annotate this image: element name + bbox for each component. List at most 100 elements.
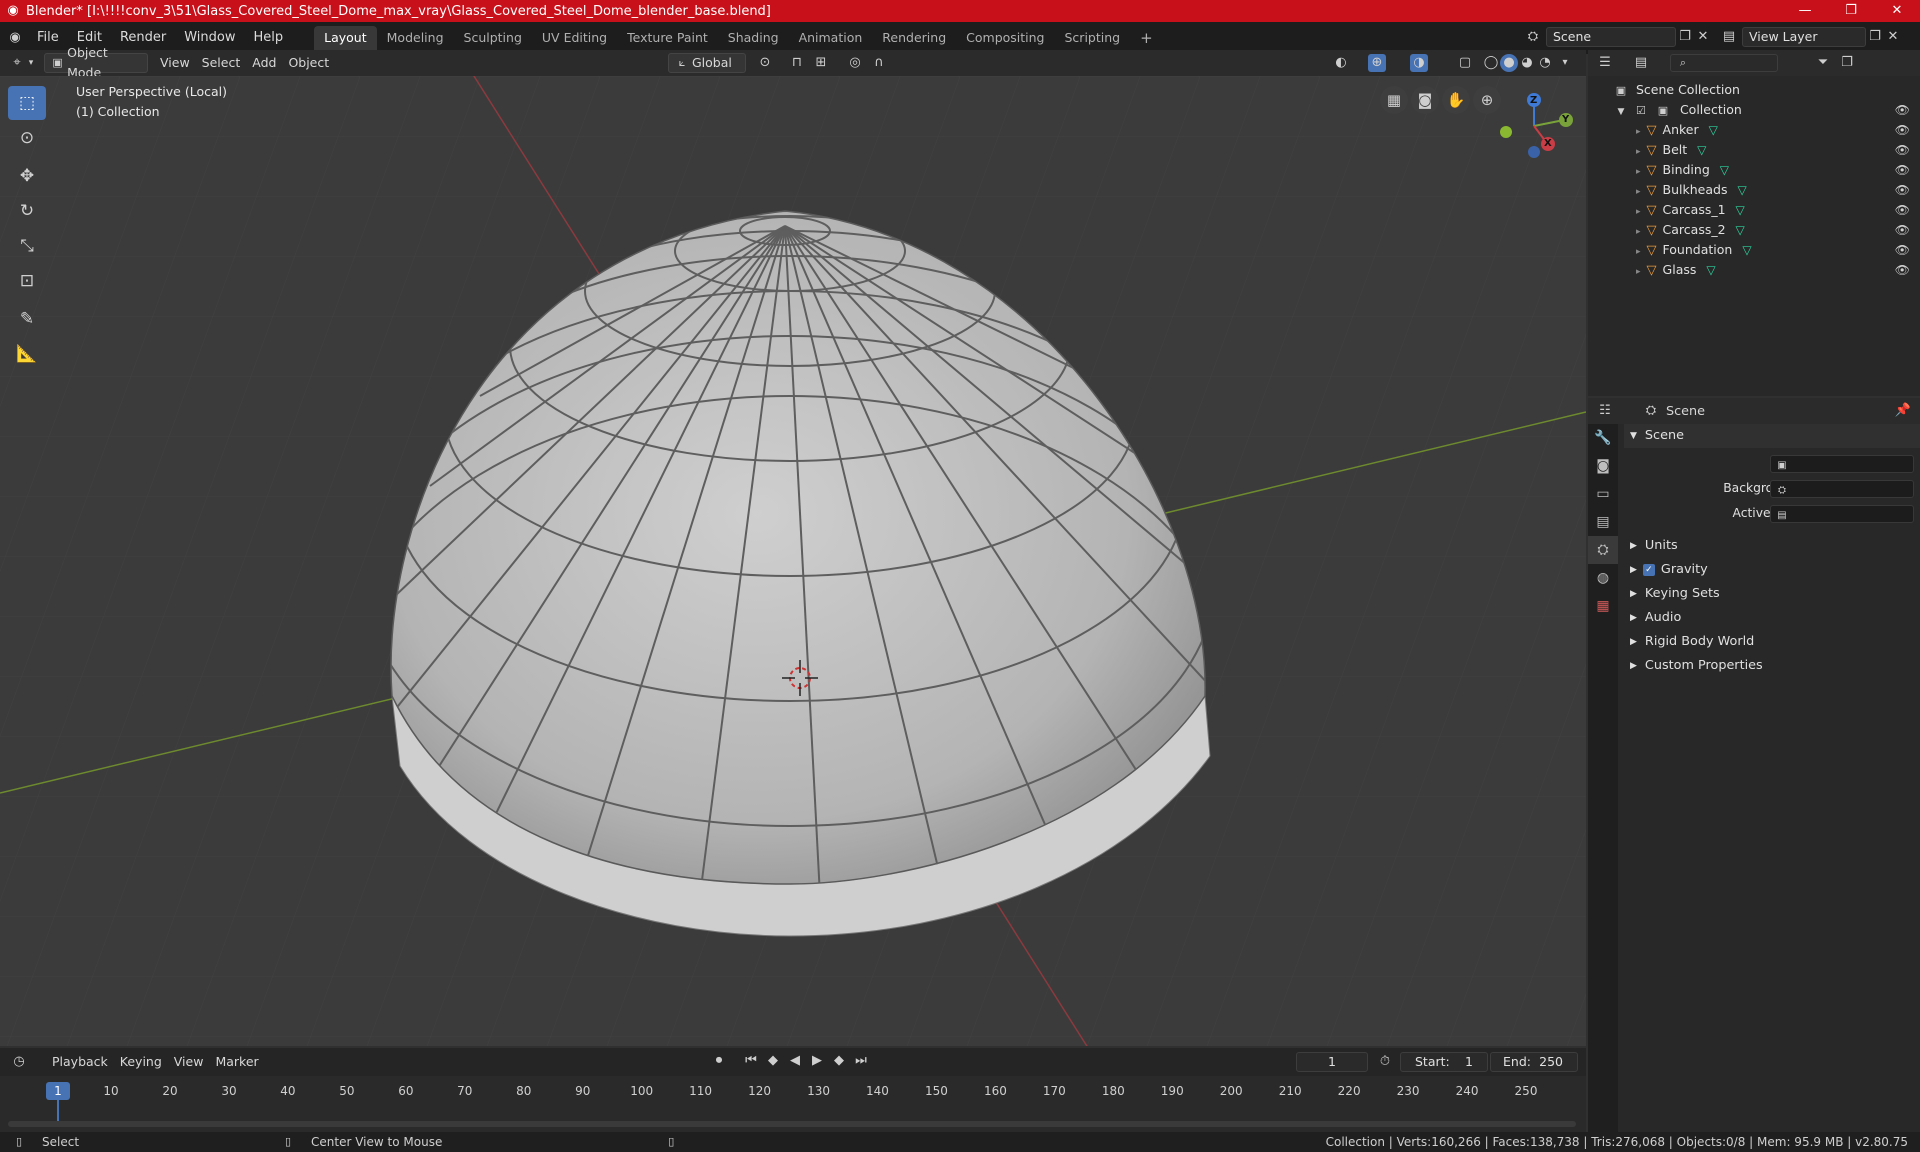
expand-arrow-icon[interactable]: ▸	[1636, 207, 1641, 217]
eye-icon[interactable]: 👁	[1895, 100, 1910, 120]
tab-animation[interactable]: Animation	[789, 26, 873, 50]
next-keyframe-icon[interactable]: ◆	[830, 1052, 848, 1070]
mesh-data-icon[interactable]: ▽	[1736, 203, 1745, 217]
pin-icon[interactable]: 📌	[1894, 402, 1912, 420]
section-custom-properties[interactable]: ▶ Custom Properties	[1624, 654, 1920, 678]
outliner-item-binding[interactable]: ▸ ▽ Binding ▽ 👁	[1588, 160, 1920, 180]
new-collection-icon[interactable]: ❐	[1838, 54, 1856, 72]
outliner-item-glass[interactable]: ▸ ▽ Glass ▽ 👁	[1588, 260, 1920, 280]
end-frame-field[interactable]: End: 250	[1490, 1052, 1578, 1072]
transform-orientation-dropdown[interactable]: ⟀ Global	[668, 53, 746, 73]
output-tab-icon[interactable]: ▭	[1588, 480, 1618, 508]
menu-view[interactable]: View	[154, 53, 196, 73]
stopwatch-icon[interactable]: ⏱	[1376, 1053, 1394, 1071]
display-mode-icon[interactable]: ▤	[1632, 54, 1650, 72]
gizmo-toggle-icon[interactable]: ⊕	[1368, 54, 1386, 72]
mesh-data-icon[interactable]: ▽	[1737, 183, 1746, 197]
expand-arrow-icon[interactable]: ▸	[1636, 227, 1641, 237]
zoom-icon[interactable]: ⊕	[1473, 86, 1501, 114]
editor-type-icon[interactable]: ⌖	[8, 54, 26, 72]
outliner-search-input[interactable]: ⌕	[1670, 54, 1778, 72]
expand-arrow-icon[interactable]: ▸	[1636, 147, 1641, 157]
section-audio[interactable]: ▶ Audio	[1624, 606, 1920, 630]
overlay-toggle-icon[interactable]: ◑	[1410, 54, 1428, 72]
expand-arrow-icon[interactable]: ▸	[1636, 127, 1641, 137]
menu-add[interactable]: Add	[246, 53, 282, 73]
properties-editor-icon[interactable]: ☷	[1596, 402, 1614, 420]
gravity-checkbox[interactable]: ✓	[1642, 564, 1655, 576]
menu-keying[interactable]: Keying	[114, 1052, 168, 1072]
outliner-collection[interactable]: ▼ ☑ ▣ Collection 👁	[1588, 100, 1920, 120]
start-frame-field[interactable]: Start: 1	[1400, 1052, 1488, 1072]
play-icon[interactable]: ▶	[808, 1052, 826, 1070]
measure-tool[interactable]: 📐	[8, 337, 46, 371]
tab-rendering[interactable]: Rendering	[872, 26, 956, 50]
new-scene-icon[interactable]: ❐	[1676, 28, 1694, 46]
mesh-data-icon[interactable]: ▽	[1742, 243, 1751, 257]
scale-tool[interactable]: ⤡	[8, 229, 46, 263]
outliner-editor-icon[interactable]: ☰	[1596, 54, 1614, 72]
mesh-data-icon[interactable]: ▽	[1720, 163, 1729, 177]
outliner-item-belt[interactable]: ▸ ▽ Belt ▽ 👁	[1588, 140, 1920, 160]
tab-layout[interactable]: Layout	[314, 26, 377, 50]
record-icon[interactable]: ⏺	[710, 1052, 728, 1070]
tab-uv-editing[interactable]: UV Editing	[532, 26, 617, 50]
camera-view-icon[interactable]: ◙	[1411, 86, 1439, 114]
expand-arrow-icon[interactable]: ▸	[1636, 267, 1641, 277]
mesh-data-icon[interactable]: ▽	[1709, 123, 1718, 137]
world-tab-icon[interactable]: ◍	[1588, 564, 1618, 592]
checkbox-icon[interactable]: ☑	[1634, 102, 1648, 120]
mesh-data-icon[interactable]: ▽	[1736, 223, 1745, 237]
filter-icon[interactable]: ⏷	[1814, 54, 1832, 72]
tab-sculpting[interactable]: Sculpting	[454, 26, 532, 50]
shading-options-icon[interactable]: ▾	[1556, 54, 1574, 72]
menu-object[interactable]: Object	[282, 53, 335, 73]
remove-view-layer-icon[interactable]: ✕	[1884, 28, 1902, 46]
blender-menu-icon[interactable]: ◉	[6, 29, 24, 47]
menu-timeline-view[interactable]: View	[168, 1052, 210, 1072]
cursor-tool[interactable]: ⊙	[8, 121, 46, 155]
maximize-button[interactable]: ❐	[1828, 0, 1874, 22]
add-workspace-button[interactable]: +	[1130, 26, 1163, 50]
view-layer-tab-icon[interactable]: ▤	[1588, 508, 1618, 536]
camera-field[interactable]: ▣	[1770, 455, 1914, 473]
outliner-item-anker[interactable]: ▸ ▽ Anker ▽ 👁	[1588, 120, 1920, 140]
solid-shading-icon[interactable]: ●	[1500, 54, 1518, 72]
view-layer-selector[interactable]: View Layer	[1742, 27, 1866, 47]
tab-scripting[interactable]: Scripting	[1055, 26, 1131, 50]
mode-dropdown[interactable]: ▣ Object Mode	[44, 45, 148, 80]
pivot-point-icon[interactable]: ⊙	[756, 54, 774, 72]
mesh-data-icon[interactable]: ▽	[1697, 143, 1706, 157]
rotate-tool[interactable]: ↻	[8, 194, 46, 228]
rendered-shading-icon[interactable]: ◔	[1536, 54, 1554, 72]
timeline-editor-icon[interactable]: ◷	[10, 1053, 28, 1071]
wireframe-shading-icon[interactable]: ◯	[1482, 54, 1500, 72]
snap-target-icon[interactable]: ⊞	[812, 54, 830, 72]
eye-icon[interactable]: 👁	[1895, 120, 1910, 140]
outliner-item-carcass-2[interactable]: ▸ ▽ Carcass_2 ▽ 👁	[1588, 220, 1920, 240]
jump-end-icon[interactable]: ⏭	[852, 1052, 870, 1070]
eye-icon[interactable]: 👁	[1895, 260, 1910, 280]
texture-tab-icon[interactable]: ▦	[1588, 592, 1618, 620]
new-view-layer-icon[interactable]: ❐	[1866, 28, 1884, 46]
prev-keyframe-icon[interactable]: ◆	[764, 1052, 782, 1070]
scene-tab-icon[interactable]: ⛭	[1588, 536, 1618, 564]
eye-icon[interactable]: 👁	[1895, 220, 1910, 240]
select-box-tool[interactable]: ⬚	[8, 86, 46, 120]
view-layer-icon[interactable]: ▤	[1720, 28, 1738, 46]
eye-icon[interactable]: 👁	[1895, 160, 1910, 180]
jump-start-icon[interactable]: ⏮	[742, 1052, 760, 1070]
tab-compositing[interactable]: Compositing	[956, 26, 1054, 50]
remove-scene-icon[interactable]: ✕	[1694, 28, 1712, 46]
eye-icon[interactable]: 👁	[1895, 180, 1910, 200]
section-keying-sets[interactable]: ▶ Keying Sets	[1624, 582, 1920, 606]
expand-arrow-icon[interactable]: ▸	[1636, 187, 1641, 197]
outliner-item-bulkheads[interactable]: ▸ ▽ Bulkheads ▽ 👁	[1588, 180, 1920, 200]
tab-texture-paint[interactable]: Texture Paint	[617, 26, 718, 50]
section-rigid-body-world[interactable]: ▶ Rigid Body World	[1624, 630, 1920, 654]
scene-icon[interactable]: ⛭	[1524, 28, 1542, 46]
current-frame-field[interactable]: 1	[1296, 1052, 1368, 1072]
proportional-falloff-icon[interactable]: ∩	[870, 54, 888, 72]
close-button[interactable]: ✕	[1874, 0, 1920, 22]
active-movie-clip-field[interactable]: ▤	[1770, 505, 1914, 523]
